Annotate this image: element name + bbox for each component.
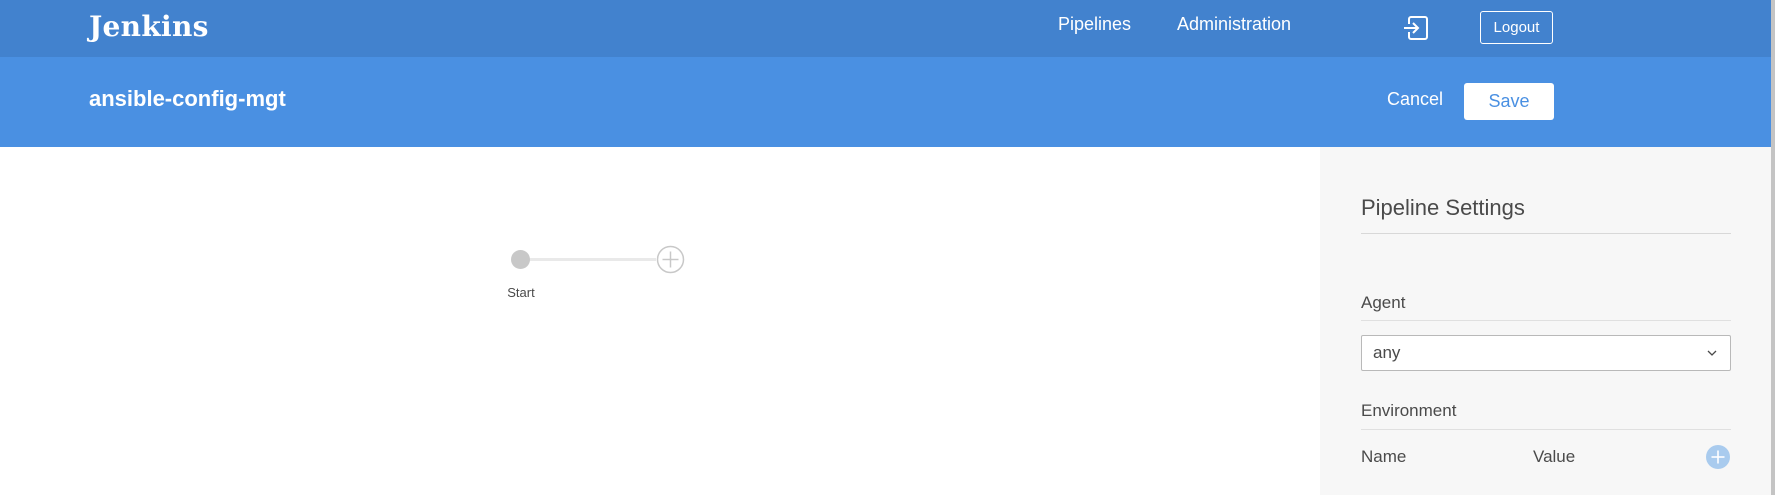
environment-divider	[1361, 429, 1731, 430]
pipeline-settings-panel: Pipeline Settings Agent any Environment …	[1320, 147, 1771, 495]
top-navbar: Jenkins Pipelines Administration Logout	[0, 0, 1771, 57]
env-name-column-header: Name	[1361, 447, 1407, 466]
settings-title: Pipeline Settings	[1361, 195, 1525, 220]
pipeline-graph-canvas: Start	[0, 147, 1320, 495]
agent-divider	[1361, 320, 1731, 321]
pipeline-title: ansible-config-mgt	[89, 86, 286, 111]
start-node-label: Start	[507, 285, 535, 300]
nav-pipelines-link[interactable]: Pipelines	[1058, 14, 1131, 35]
environment-label: Environment	[1361, 401, 1457, 420]
plus-circle-icon[interactable]	[1705, 444, 1731, 470]
logout-button[interactable]: Logout	[1480, 11, 1553, 44]
start-node-icon[interactable]	[511, 250, 530, 269]
env-value-column-header: Value	[1533, 447, 1576, 466]
cancel-button[interactable]: Cancel	[1387, 89, 1443, 110]
pipeline-editor-header: ansible-config-mgt Cancel Save	[0, 57, 1771, 147]
graph-connector-line	[521, 258, 656, 261]
agent-select[interactable]: any	[1361, 335, 1731, 371]
exit-icon[interactable]	[1403, 15, 1429, 41]
chevron-down-icon	[1707, 350, 1717, 356]
window-edge	[1771, 0, 1775, 495]
nav-administration-link[interactable]: Administration	[1177, 14, 1291, 35]
settings-divider	[1361, 233, 1731, 234]
agent-selected-value: any	[1373, 343, 1401, 362]
save-button[interactable]: Save	[1464, 83, 1554, 120]
jenkins-logo[interactable]: Jenkins	[89, 10, 209, 43]
agent-label: Agent	[1361, 293, 1406, 312]
add-stage-icon[interactable]	[656, 245, 685, 274]
